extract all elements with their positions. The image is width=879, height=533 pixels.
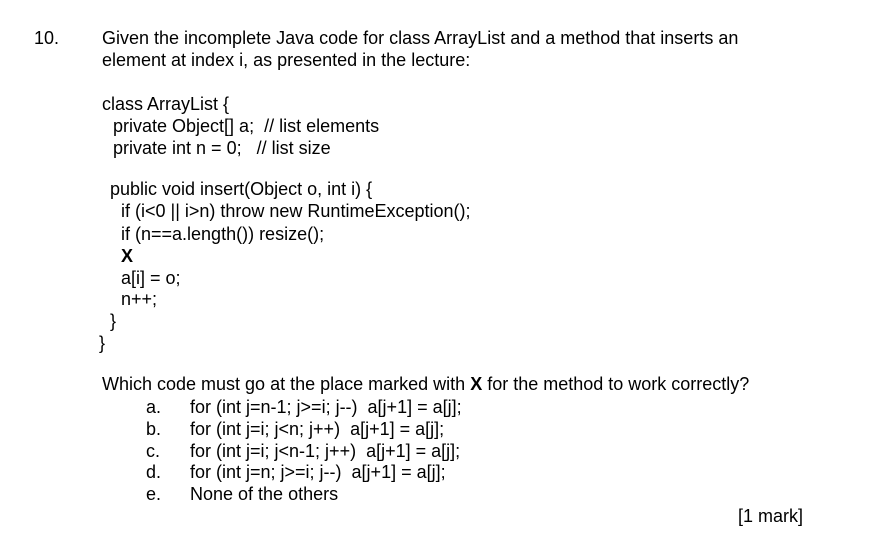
option-text: for (int j=n; j>=i; j--) a[j+1] = a[j];: [190, 462, 446, 482]
option-letter: b.: [146, 419, 162, 439]
option-letter: e.: [146, 484, 162, 504]
code-line: n++;: [121, 289, 158, 309]
question-prompt-line-2: element at index i, as presented in the …: [102, 50, 471, 70]
option-letter: c.: [146, 441, 161, 461]
option-text: for (int j=i; j<n; j++) a[j+1] = a[j];: [190, 419, 445, 439]
code-marker-x: X: [121, 246, 134, 266]
followup-text-after: for the method to work correctly?: [482, 374, 750, 394]
code-line: if (i<0 || i>n) throw new RuntimeExcepti…: [121, 201, 471, 221]
code-line: private Object[] a; // list elements: [113, 116, 380, 136]
question-prompt-line-1: Given the incomplete Java code for class…: [102, 28, 739, 48]
code-line: class ArrayList {: [102, 94, 230, 114]
code-line: if (n==a.length()) resize();: [121, 224, 325, 244]
question-number: 10.: [34, 28, 60, 48]
followup-text-before: Which code must go at the place marked w…: [102, 374, 471, 394]
option-text: for (int j=n-1; j>=i; j--) a[j+1] = a[j]…: [190, 397, 462, 417]
option-text: None of the others: [190, 484, 339, 504]
option-letter: d.: [146, 462, 162, 482]
code-line: }: [110, 311, 117, 331]
code-line: a[i] = o;: [121, 268, 181, 288]
code-line: private int n = 0; // list size: [113, 138, 331, 158]
followup-marker: X: [470, 374, 483, 394]
followup-question: Which code must go at the place marked w…: [102, 373, 749, 395]
marks-label: [1 mark]: [737, 506, 803, 526]
code-line: }: [99, 333, 106, 353]
option-text: for (int j=i; j<n-1; j++) a[j+1] = a[j];: [190, 441, 461, 461]
code-line: public void insert(Object o, int i) {: [110, 179, 373, 199]
option-letter: a.: [146, 397, 162, 417]
